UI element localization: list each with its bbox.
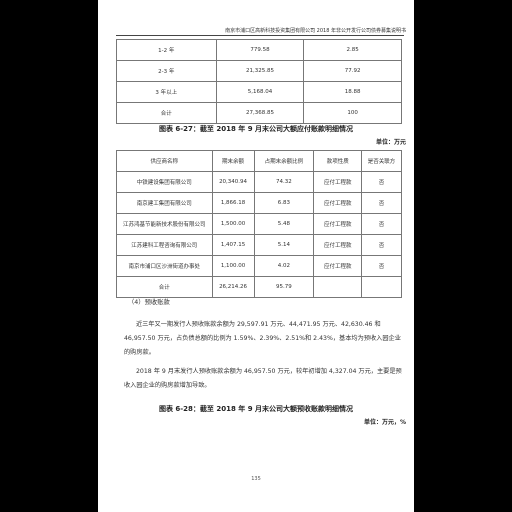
table-cell: 5,168.04 — [215, 81, 305, 103]
table-cell: 否 — [361, 255, 402, 277]
table-cell: 应付工程款 — [313, 171, 363, 193]
table-row: 合计 27,368.85 100 — [116, 102, 402, 124]
table-row: 3 年以上 5,168.04 18.88 — [116, 81, 402, 103]
table-cell: 779.58 — [215, 39, 305, 61]
table-cell: 应付工程款 — [313, 234, 363, 256]
table-cell: 95.79 — [253, 276, 315, 298]
table-header-cell: 期末余额 — [211, 150, 255, 172]
table-cell: 5.48 — [253, 213, 315, 235]
paragraph-1: 近三年又一期发行人预收账款余额为 29,597.91 万元、44,471.95 … — [124, 321, 401, 356]
table-cell: 江苏鸿基节能新技术股份有限公司 — [116, 213, 213, 235]
unit-label-1: 单位：万元 — [375, 139, 406, 146]
table-cell: 应付工程款 — [313, 213, 363, 235]
table-cell: 20,340.94 — [211, 171, 255, 193]
table-cell: 中铁建设集团有限公司 — [116, 171, 213, 193]
table-caption-6-28: 图表 6-28：截至 2018 年 9 月末公司大额预收账款明细情况 — [158, 405, 354, 413]
page-number: 135 — [251, 476, 261, 482]
table-cell: 2-3 年 — [116, 60, 217, 82]
table-caption-6-27: 图表 6-27：截至 2018 年 9 月末公司大额应付账款明细情况 — [158, 125, 354, 133]
table-cell: 应付工程款 — [313, 255, 363, 277]
table-cell: 4.02 — [253, 255, 315, 277]
table-row: 1-2 年 779.58 2.85 — [116, 39, 402, 61]
table-header-row: 供应商名称 期末余额 占期末余额比例 款项性质 是否关联方 — [116, 150, 402, 172]
table-cell: 南京建工集团有限公司 — [116, 192, 213, 214]
table-row: 江苏建科工程咨询有限公司 1,407.15 5.14 应付工程款否 — [116, 234, 402, 256]
table-cell: 1,500.00 — [211, 213, 255, 235]
paragraph-2: 2018 年 9 月末发行人预收账款余额为 46,957.50 万元，较年初增加… — [124, 368, 402, 389]
table-cell: 21,325.85 — [215, 60, 305, 82]
table-cell: 6.83 — [253, 192, 315, 214]
table-cell — [313, 276, 363, 298]
table-cell: 否 — [361, 234, 402, 256]
table-row: 2-3 年 21,325.85 77.92 — [116, 60, 402, 82]
table-row: 南京建工集团有限公司 1,866.18 6.83 应付工程款否 — [116, 192, 402, 214]
table-cell: 否 — [361, 192, 402, 214]
table-cell: 否 — [361, 171, 402, 193]
table-cell: 合计 — [116, 102, 217, 124]
table-header-cell: 供应商名称 — [116, 150, 213, 172]
table-cell — [361, 276, 402, 298]
table-cell: 5.14 — [253, 234, 315, 256]
unit-label-2: 单位：万元，% — [363, 419, 406, 426]
table-cell: 2.85 — [303, 39, 402, 61]
table-row: 江苏鸿基节能新技术股份有限公司 1,500.00 5.48 应付工程款否 — [116, 213, 402, 235]
table-row: 合计 26,214.26 95.79 — [116, 276, 402, 298]
table-header-cell: 是否关联方 — [361, 150, 402, 172]
table-cell: 南京市浦口区沙洲街道办事处 — [116, 255, 213, 277]
section-heading-4: （4）预收账款 — [128, 299, 170, 306]
table-row: 中铁建设集团有限公司 20,340.94 74.32 应付工程款否 — [116, 171, 402, 193]
table-cell: 74.32 — [253, 171, 315, 193]
table-cell: 1-2 年 — [116, 39, 217, 61]
table-cell: 合计 — [116, 276, 213, 298]
document-page: 南京市浦口区高新科技投资集团有限公司 2018 年非公开发行公司债券募集说明书 … — [98, 0, 414, 512]
page-header: 南京市浦口区高新科技投资集团有限公司 2018 年非公开发行公司债券募集说明书 — [225, 28, 406, 34]
table-header-cell: 占期末余额比例 — [253, 150, 315, 172]
table-cell: 1,407.15 — [211, 234, 255, 256]
table-row: 南京市浦口区沙洲街道办事处 1,100.00 4.02 应付工程款否 — [116, 255, 402, 277]
table-cell: 应付工程款 — [313, 192, 363, 214]
aging-table: 1-2 年 779.58 2.85 2-3 年 21,325.85 77.92 3 年以上 5… — [116, 39, 402, 124]
table-cell: 100 — [303, 102, 402, 124]
table-cell: 1,866.18 — [211, 192, 255, 214]
payables-table: 供应商名称 期末余额 占期末余额比例 款项性质 是否关联方 中铁建设集团有限公司 20,3… — [116, 150, 402, 298]
table-cell: 1,100.00 — [211, 255, 255, 277]
table-cell: 26,214.26 — [211, 276, 255, 298]
table-cell: 27,368.85 — [215, 102, 305, 124]
table-cell: 18.88 — [303, 81, 402, 103]
table-cell: 否 — [361, 213, 402, 235]
table-cell: 江苏建科工程咨询有限公司 — [116, 234, 213, 256]
header-rule — [116, 35, 404, 36]
table-cell: 3 年以上 — [116, 81, 217, 103]
table-cell: 77.92 — [303, 60, 402, 82]
table-header-cell: 款项性质 — [313, 150, 363, 172]
